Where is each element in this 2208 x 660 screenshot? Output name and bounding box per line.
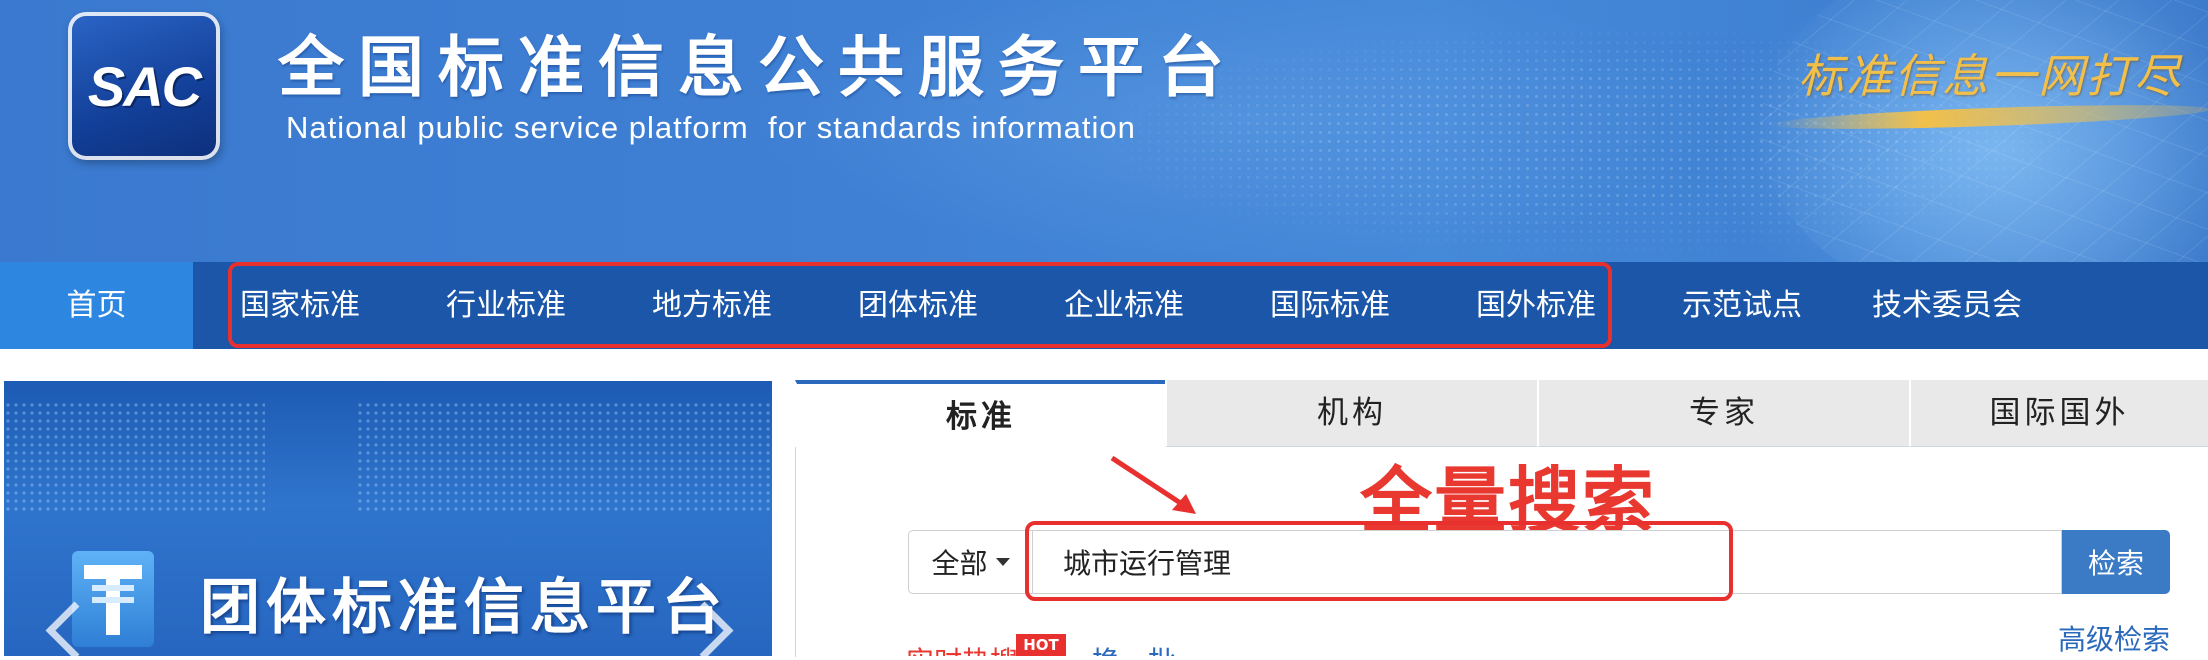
search-scope-value: 全部 (931, 547, 988, 580)
nav-item-enterprise-standards[interactable]: 企业标准 (1064, 262, 1184, 349)
nav-item-home[interactable]: 首页 (0, 262, 193, 349)
nav-item-industry-standards[interactable]: 行业标准 (446, 262, 566, 349)
nav-item-foreign-standards[interactable]: 国外标准 (1476, 262, 1596, 349)
refresh-link[interactable]: 换一批 (1092, 640, 1176, 656)
tab-organizations[interactable]: 机构 (1165, 380, 1537, 447)
promo-title: 团体标准信息平台 (200, 573, 728, 643)
nav-item-international-standards[interactable]: 国际标准 (1270, 262, 1390, 349)
search-scope-select[interactable]: 全部 (908, 530, 1032, 594)
sac-logo[interactable]: SAC (68, 12, 220, 160)
hot-search-label[interactable]: 实时热搜 (906, 640, 1018, 656)
nav-item-local-standards[interactable]: 地方标准 (652, 262, 772, 349)
main-nav: 首页 国家标准 行业标准 地方标准 团体标准 企业标准 国际标准 国外标准 示范… (0, 262, 2208, 349)
hot-badge: HOT (1016, 634, 1066, 656)
site-title: 全国标准信息公共服务平台 (278, 29, 1238, 106)
promo-carousel[interactable]: 团体标准信息平台 (4, 381, 772, 656)
nav-item-technical-committee[interactable]: 技术委员会 (1872, 262, 2022, 349)
site-subtitle: National public service platform for sta… (286, 110, 1136, 145)
caret-down-icon (995, 558, 1010, 566)
tab-international[interactable]: 国际国外 (1909, 380, 2208, 447)
nav-item-national-standards[interactable]: 国家标准 (240, 262, 360, 349)
search-button[interactable]: 检索 (2062, 530, 2170, 594)
search-input[interactable] (1032, 530, 2062, 594)
annotation-arrow-icon (1110, 455, 1196, 514)
advanced-search-link[interactable]: 高级检索 (2058, 618, 2170, 658)
nav-item-pilot-demo[interactable]: 示范试点 (1682, 262, 1802, 349)
tab-experts[interactable]: 专家 (1537, 380, 1909, 447)
logo-text: SAC (87, 54, 202, 118)
nav-item-group-standards[interactable]: 团体标准 (858, 262, 978, 349)
header-banner: SAC 全国标准信息公共服务平台 National public service… (0, 0, 2208, 262)
slogan: 标准信息一网打尽 (1798, 49, 2182, 103)
tab-standards[interactable]: 标准 (795, 380, 1165, 447)
